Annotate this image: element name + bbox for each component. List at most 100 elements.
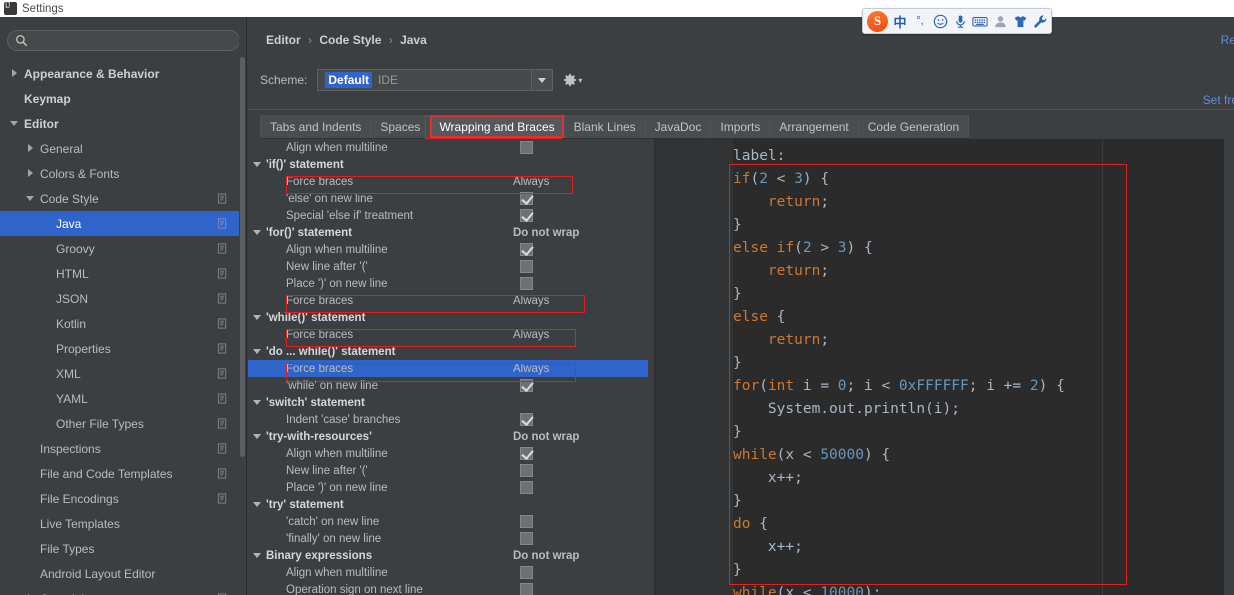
chevron-right-icon[interactable]: [10, 68, 21, 79]
wrapping-options-panel[interactable]: Align when multiline 'if()' statement Forc…: [248, 139, 648, 595]
sidebar-item-json[interactable]: JSON: [0, 286, 240, 311]
sogou-logo-icon[interactable]: [867, 10, 888, 32]
scheme-dropdown[interactable]: Default IDE: [317, 69, 554, 91]
sidebar-item-file-encodings[interactable]: File Encodings: [0, 486, 240, 511]
tab-javadoc[interactable]: JavaDoc: [645, 115, 712, 138]
sidebar-item-groovy[interactable]: Groovy: [0, 236, 240, 261]
code-scrollbar[interactable]: [1224, 139, 1234, 595]
option-row[interactable]: New line after '(': [248, 462, 648, 479]
chevron-down-icon[interactable]: [252, 224, 264, 241]
sidebar-item-code-style[interactable]: Code Style: [0, 186, 240, 211]
sidebar-item-editor[interactable]: Editor: [0, 111, 240, 136]
option-checkbox[interactable]: [520, 379, 533, 392]
option-checkbox[interactable]: [520, 243, 533, 256]
sidebar-item-live-templates[interactable]: Live Templates: [0, 511, 240, 536]
reset-link[interactable]: Res: [1221, 33, 1234, 47]
sidebar-item-appearance-behavior[interactable]: Appearance & Behavior: [0, 61, 240, 86]
option-checkbox[interactable]: [520, 209, 533, 222]
sidebar-item-java[interactable]: Java: [0, 211, 240, 236]
option-row[interactable]: 'try' statement: [248, 496, 648, 513]
tab-spaces[interactable]: Spaces: [371, 115, 431, 138]
chevron-down-icon[interactable]: [252, 343, 264, 360]
breadcrumb-item-editor[interactable]: Editor: [266, 33, 301, 47]
tab-blank-lines[interactable]: Blank Lines: [564, 115, 646, 138]
tab-imports[interactable]: Imports: [711, 115, 771, 138]
option-row[interactable]: 'while' on new line: [248, 377, 648, 394]
option-value[interactable]: Always: [513, 363, 549, 375]
option-row[interactable]: 'if()' statement: [248, 156, 648, 173]
chevron-right-icon[interactable]: [26, 143, 37, 154]
settings-wrench-icon[interactable]: [1030, 10, 1050, 32]
tab-arrangement[interactable]: Arrangement: [770, 115, 859, 138]
code-preview-panel[interactable]: ·· ···· ··· ·· ·· ···· ··· ·· ·· ···· ··· …: [654, 139, 1234, 595]
sidebar-item-android-layout-editor[interactable]: Android Layout Editor: [0, 561, 240, 586]
search-box[interactable]: [7, 30, 240, 51]
option-value[interactable]: Always: [513, 329, 549, 341]
sidebar-item-inspections[interactable]: Inspections: [0, 436, 240, 461]
tab-code-generation[interactable]: Code Generation: [858, 115, 970, 138]
option-checkbox[interactable]: [520, 566, 533, 579]
option-row[interactable]: 'try-with-resources' Do not wrap: [248, 428, 648, 445]
option-row[interactable]: Place ')' on new line: [248, 479, 648, 496]
chevron-down-icon[interactable]: [10, 118, 21, 129]
option-row[interactable]: Force braces Always: [248, 360, 648, 377]
option-checkbox[interactable]: [520, 260, 533, 273]
option-row[interactable]: Special 'else if' treatment: [248, 207, 648, 224]
chinese-mode-icon[interactable]: 中: [890, 10, 910, 32]
chevron-down-icon[interactable]: [531, 70, 553, 90]
option-row[interactable]: 'finally' on new line: [248, 530, 648, 547]
sidebar-item-xml[interactable]: XML: [0, 361, 240, 386]
option-row[interactable]: 'while()' statement: [248, 309, 648, 326]
chevron-down-icon[interactable]: [26, 193, 37, 204]
option-row[interactable]: Align when multiline: [248, 139, 648, 156]
option-row[interactable]: New line after '(': [248, 258, 648, 275]
option-row[interactable]: Place ')' on new line: [248, 275, 648, 292]
user-icon[interactable]: [990, 10, 1010, 32]
chevron-down-icon[interactable]: [252, 547, 264, 564]
breadcrumb-item-code-style[interactable]: Code Style: [319, 33, 381, 47]
sidebar-item-copyright[interactable]: Copyright: [0, 586, 240, 595]
option-value[interactable]: Do not wrap: [513, 227, 579, 239]
option-row[interactable]: 'switch' statement: [248, 394, 648, 411]
keyboard-icon[interactable]: [970, 10, 990, 32]
chevron-down-icon[interactable]: [252, 394, 264, 411]
sidebar-item-general[interactable]: General: [0, 136, 240, 161]
punctuation-mode-icon[interactable]: °,: [910, 10, 930, 32]
option-checkbox[interactable]: [520, 413, 533, 426]
microphone-icon[interactable]: [950, 10, 970, 32]
sidebar-item-kotlin[interactable]: Kotlin: [0, 311, 240, 336]
tab-wrapping-and-braces[interactable]: Wrapping and Braces: [430, 115, 565, 138]
option-row[interactable]: 'for()' statement Do not wrap: [248, 224, 648, 241]
chevron-down-icon[interactable]: [252, 428, 264, 445]
settings-tabs[interactable]: Tabs and Indents Spaces Wrapping and Brace…: [260, 115, 970, 139]
option-row[interactable]: Align when multiline: [248, 445, 648, 462]
option-checkbox[interactable]: [520, 192, 533, 205]
chevron-right-icon[interactable]: [26, 168, 37, 179]
option-row[interactable]: Indent 'case' branches: [248, 411, 648, 428]
option-row[interactable]: Force braces Always: [248, 326, 648, 343]
option-value[interactable]: Always: [513, 176, 549, 188]
option-value[interactable]: Do not wrap: [513, 431, 579, 443]
settings-nav-tree[interactable]: Appearance & Behavior Keymap Editor General…: [0, 61, 240, 595]
sidebar-item-yaml[interactable]: YAML: [0, 386, 240, 411]
option-row[interactable]: 'do ... while()' statement: [248, 343, 648, 360]
sidebar-item-keymap[interactable]: Keymap: [0, 86, 240, 111]
sidebar-item-other-file-types[interactable]: Other File Types: [0, 411, 240, 436]
skin-icon[interactable]: [1010, 10, 1030, 32]
option-checkbox[interactable]: [520, 515, 533, 528]
emoji-icon[interactable]: [930, 10, 950, 32]
chevron-down-icon[interactable]: [252, 309, 264, 326]
option-row[interactable]: Force braces Always: [248, 173, 648, 190]
sogou-ime-toolbar[interactable]: 中 °,: [862, 8, 1052, 34]
option-checkbox[interactable]: [520, 464, 533, 477]
wrapping-options-list[interactable]: Align when multiline 'if()' statement Forc…: [248, 139, 648, 595]
option-row[interactable]: Operation sign on next line: [248, 581, 648, 595]
option-row[interactable]: Align when multiline: [248, 564, 648, 581]
sidebar-scrollbar-thumb[interactable]: [240, 57, 245, 457]
chevron-down-icon[interactable]: [252, 156, 264, 173]
option-checkbox[interactable]: [520, 447, 533, 460]
option-row[interactable]: Binary expressions Do not wrap: [248, 547, 648, 564]
option-checkbox[interactable]: [520, 583, 533, 595]
sidebar-item-file-and-code-templates[interactable]: File and Code Templates: [0, 461, 240, 486]
option-checkbox[interactable]: [520, 532, 533, 545]
